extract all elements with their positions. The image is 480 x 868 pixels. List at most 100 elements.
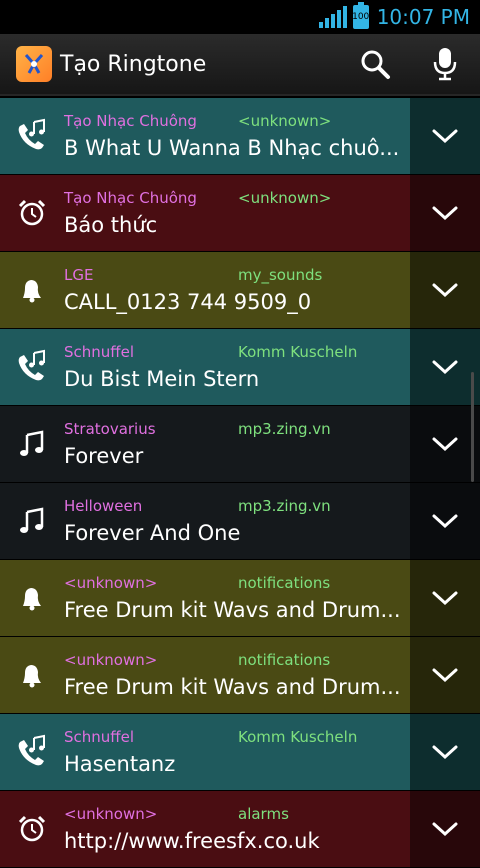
list-item-title: CALL_0123 744 9509_0 <box>64 290 312 314</box>
expand-button[interactable] <box>410 714 480 790</box>
list-item-texts: LGE my_sounds CALL_0123 744 9509_0 <box>64 252 410 328</box>
battery-icon: 100 <box>352 2 369 29</box>
expand-button[interactable] <box>410 483 480 559</box>
list-item[interactable]: Schnuffel Komm Kuscheln Hasentanz <box>0 714 480 791</box>
expand-button[interactable] <box>410 560 480 636</box>
chevron-down-icon <box>432 822 458 837</box>
list-item-album: Komm Kuscheln <box>238 343 358 361</box>
list-item-body[interactable]: Schnuffel Komm Kuscheln Du Bist Mein Stern <box>0 329 410 405</box>
expand-button[interactable] <box>410 98 480 174</box>
status-time: 10:07 PM <box>376 5 470 29</box>
list-item[interactable]: Helloween mp3.zing.vn Forever And One <box>0 483 480 560</box>
list-item-body[interactable]: Tạo Nhạc Chuông <unknown> B What U Wanna B… <box>0 98 410 174</box>
bell-icon <box>23 665 41 688</box>
app-icon[interactable] <box>16 46 52 82</box>
list-item-artist: <unknown> <box>64 651 158 669</box>
list-item-type <box>0 714 64 790</box>
list-item-album: notifications <box>238 574 331 592</box>
list-item-album: Komm Kuscheln <box>238 728 358 746</box>
phone-music-icon <box>18 349 45 381</box>
expand-button[interactable] <box>410 791 480 867</box>
list-item-type <box>0 175 64 251</box>
list-item-body[interactable]: Schnuffel Komm Kuscheln Hasentanz <box>0 714 410 790</box>
list-item-album: mp3.zing.vn <box>238 420 331 438</box>
list-item-artist: LGE <box>64 266 94 284</box>
list-item[interactable]: <unknown> alarms http://www.freesfx.co.uk <box>0 791 480 868</box>
list-item-texts: <unknown> alarms http://www.freesfx.co.uk <box>64 791 410 867</box>
alarm-clock-icon <box>18 199 46 226</box>
list-item-texts: Schnuffel Komm Kuscheln Hasentanz <box>64 714 410 790</box>
list-item-title: Báo thức <box>64 213 158 237</box>
signal-icon <box>318 6 349 28</box>
expand-button[interactable] <box>410 329 480 405</box>
music-note-icon <box>20 507 44 533</box>
list-item-body[interactable]: <unknown> alarms http://www.freesfx.co.uk <box>0 791 410 867</box>
list-item-texts: Schnuffel Komm Kuscheln Du Bist Mein Stern <box>64 329 410 405</box>
chevron-down-icon <box>432 206 458 221</box>
list-item-artist: Tạo Nhạc Chuông <box>64 189 197 207</box>
list-item-texts: Tạo Nhạc Chuông <unknown> Báo thức <box>64 175 410 251</box>
list-item-album: <unknown> <box>238 189 332 207</box>
phone-music-icon <box>18 734 45 766</box>
scrollbar[interactable] <box>471 372 474 482</box>
expand-button[interactable] <box>410 406 480 482</box>
voice-search-button[interactable] <box>410 33 480 95</box>
list-item[interactable]: LGE my_sounds CALL_0123 744 9509_0 <box>0 252 480 329</box>
list-item-type <box>0 329 64 405</box>
list-item[interactable]: Tạo Nhạc Chuông <unknown> Báo thức <box>0 175 480 252</box>
ringtone-list: Tạo Nhạc Chuông <unknown> B What U Wanna B… <box>0 98 480 868</box>
list-item-album: mp3.zing.vn <box>238 497 331 515</box>
list-item-texts: Stratovarius mp3.zing.vn Forever <box>64 406 410 482</box>
list-item-artist: <unknown> <box>64 805 158 823</box>
list-item-body[interactable]: Stratovarius mp3.zing.vn Forever <box>0 406 410 482</box>
list-item-title: Hasentanz <box>64 752 176 776</box>
list-item-texts: <unknown> notifications Free Drum kit Wavs… <box>64 637 410 713</box>
action-bar: Tạo Ringtone <box>0 34 480 96</box>
app-title: Tạo Ringtone <box>60 51 207 77</box>
alarm-clock-icon <box>18 815 46 842</box>
chevron-down-icon <box>432 437 458 452</box>
list-item-type <box>0 483 64 559</box>
list-item-texts: Tạo Nhạc Chuông <unknown> B What U Wanna B… <box>64 98 410 174</box>
list-item[interactable]: <unknown> notifications Free Drum kit Wavs… <box>0 637 480 714</box>
list-item-album: alarms <box>238 805 289 823</box>
list-item-artist: Tạo Nhạc Chuông <box>64 112 197 130</box>
search-button[interactable] <box>340 33 410 95</box>
list-item-artist: Schnuffel <box>64 728 135 746</box>
list-item-title: Forever And One <box>64 521 241 545</box>
search-icon <box>361 50 390 79</box>
list-item-title: Free Drum kit Wavs and Drum... <box>64 598 401 622</box>
list-item-title: B What U Wanna B Nhạc chuô... <box>64 136 400 160</box>
expand-button[interactable] <box>410 637 480 713</box>
list-item[interactable]: Tạo Nhạc Chuông <unknown> B What U Wanna B… <box>0 98 480 175</box>
list-item-title: Free Drum kit Wavs and Drum... <box>64 675 401 699</box>
list-item[interactable]: Schnuffel Komm Kuscheln Du Bist Mein Stern <box>0 329 480 406</box>
list-item-type <box>0 406 64 482</box>
bell-icon <box>23 280 41 303</box>
list-item-texts: Helloween mp3.zing.vn Forever And One <box>64 483 410 559</box>
list-item-texts: <unknown> notifications Free Drum kit Wavs… <box>64 560 410 636</box>
chevron-down-icon <box>432 514 458 529</box>
list-item-album: my_sounds <box>238 266 323 284</box>
list-item-body[interactable]: <unknown> notifications Free Drum kit Wavs… <box>0 560 410 636</box>
bell-icon <box>23 588 41 611</box>
list-item-type <box>0 98 64 174</box>
list-item-body[interactable]: Tạo Nhạc Chuông <unknown> Báo thức <box>0 175 410 251</box>
list-item-album: notifications <box>238 651 331 669</box>
list-item-title: Forever <box>64 444 144 468</box>
list-item-artist: Stratovarius <box>64 420 156 438</box>
chevron-down-icon <box>432 591 458 606</box>
chevron-down-icon <box>432 283 458 298</box>
chevron-down-icon <box>432 129 458 144</box>
list-item-type <box>0 637 64 713</box>
chevron-down-icon <box>432 668 458 683</box>
list-item-body[interactable]: LGE my_sounds CALL_0123 744 9509_0 <box>0 252 410 328</box>
list-item-body[interactable]: Helloween mp3.zing.vn Forever And One <box>0 483 410 559</box>
expand-button[interactable] <box>410 175 480 251</box>
list-item[interactable]: Stratovarius mp3.zing.vn Forever <box>0 406 480 483</box>
list-item[interactable]: <unknown> notifications Free Drum kit Wavs… <box>0 560 480 637</box>
list-item-title: http://www.freesfx.co.uk <box>64 829 320 853</box>
list-item-body[interactable]: <unknown> notifications Free Drum kit Wavs… <box>0 637 410 713</box>
expand-button[interactable] <box>410 252 480 328</box>
list-item-title: Du Bist Mein Stern <box>64 367 260 391</box>
